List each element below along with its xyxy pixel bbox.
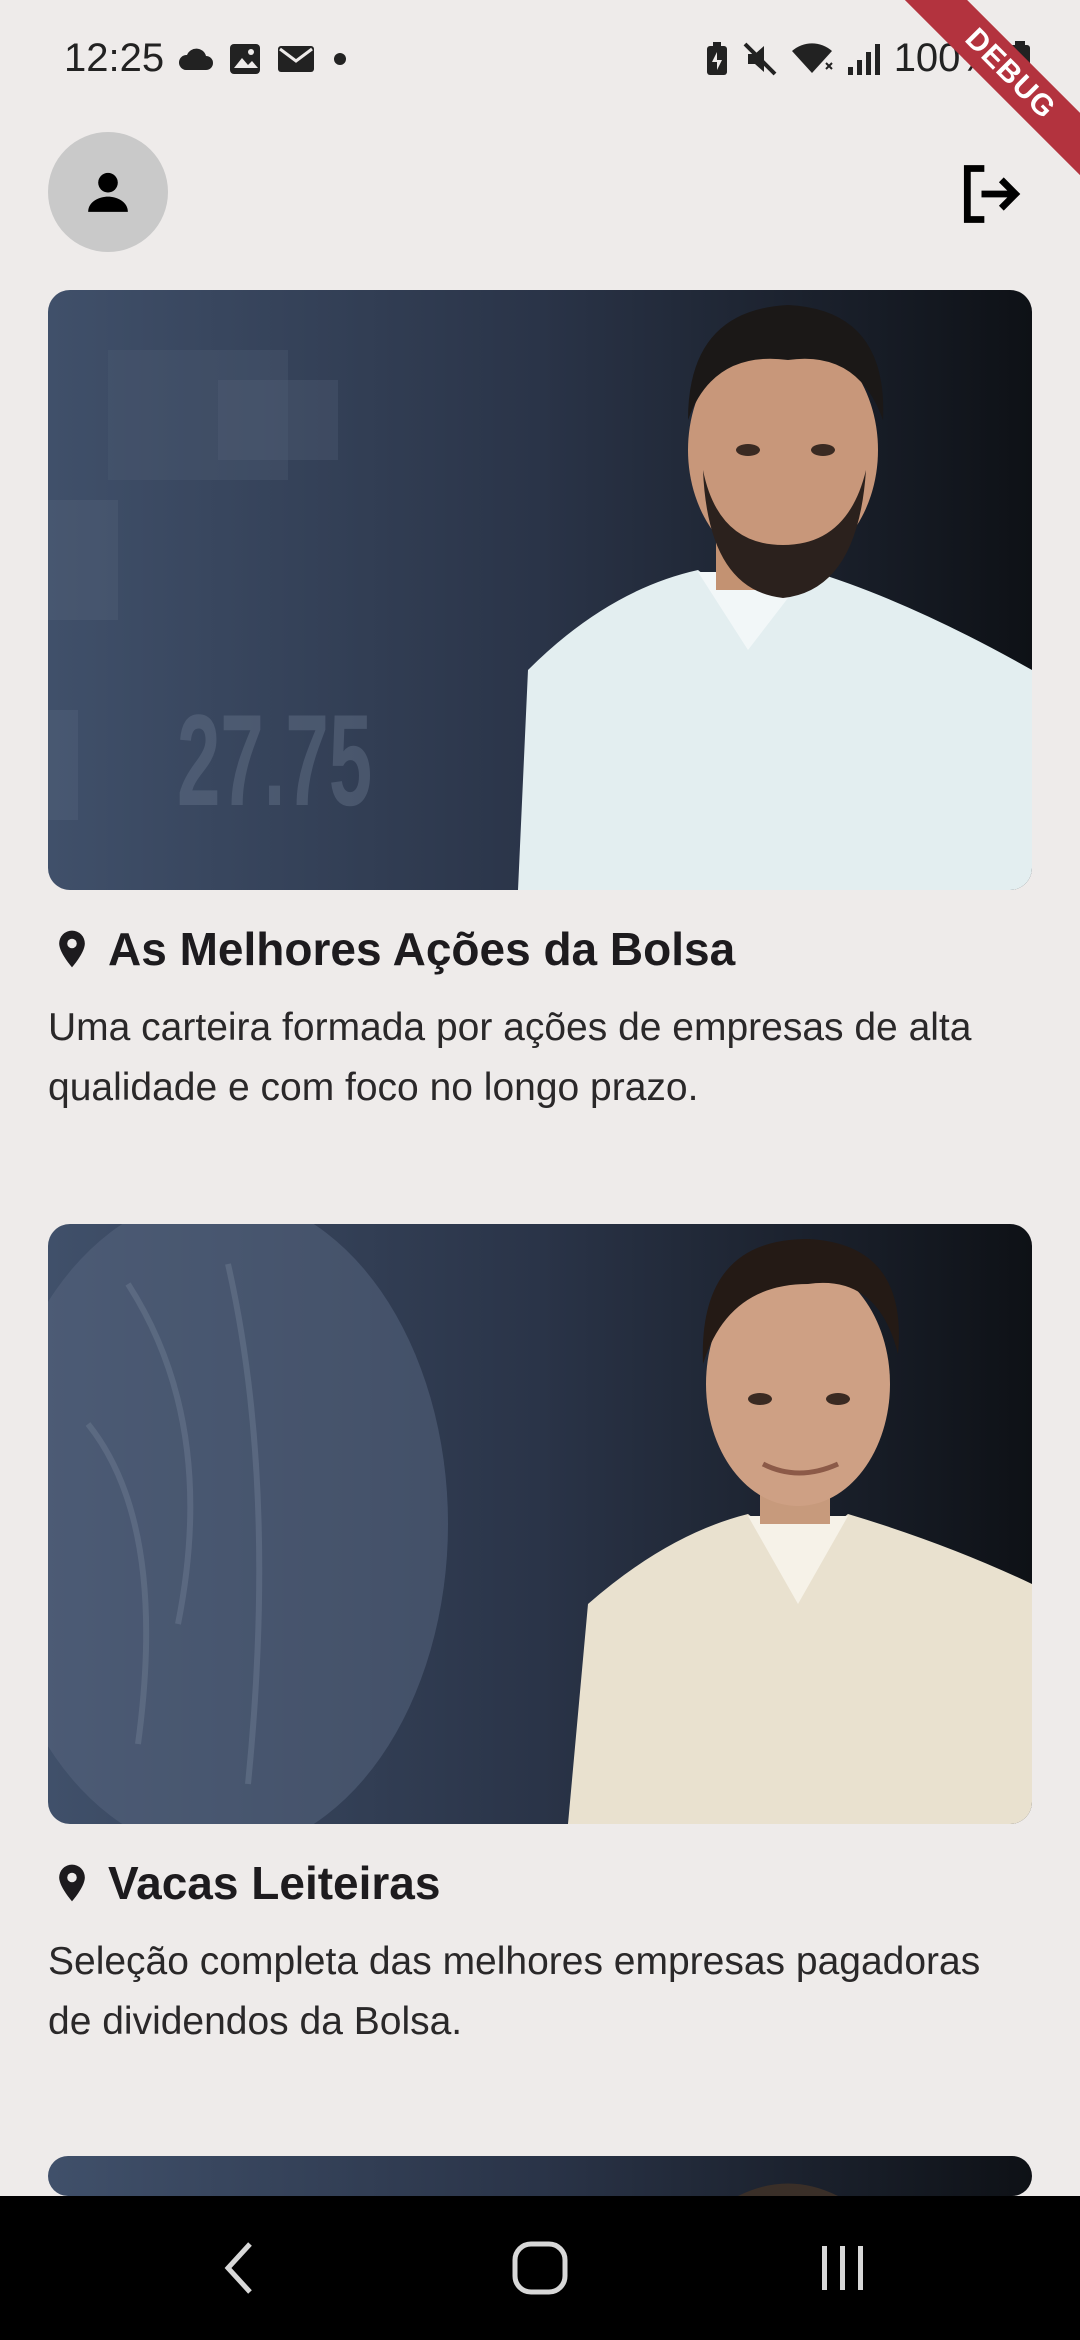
analyst-photo: 27.75 [48,305,1032,890]
status-time: 12:25 [64,36,165,80]
recents-icon[interactable] [816,2242,870,2294]
profile-button[interactable] [48,132,168,252]
card-title: Vacas Leiteiras [108,1857,441,1909]
cloud-icon [178,48,213,70]
system-nav-bar [0,2196,1080,2340]
image-icon [230,44,260,74]
analyst-photo [738,2183,838,2196]
signal-icon [847,43,880,75]
status-bar: 12:25 100% [0,0,1080,124]
card-image: 27.75 [48,290,1032,890]
mute-icon [743,42,777,75]
card-title: As Melhores Ações da Bolsa [108,923,736,975]
notification-icons [176,42,350,76]
location-pin-icon [59,930,85,968]
card-image [48,1224,1032,1824]
mail-icon [278,46,314,72]
card-description: Seleção completa das melhores empresas p… [48,1940,981,2043]
card-description: Uma carteira formada por ações de empres… [48,1006,972,1109]
location-pin-icon [59,1864,85,1902]
card-image [48,2156,1032,2196]
analyst-photo [48,1224,1032,1824]
logout-icon[interactable] [956,160,1024,228]
person-icon [88,172,128,212]
home-icon[interactable] [510,2240,570,2296]
back-icon[interactable] [214,2238,264,2298]
card-title-row: Vacas Leiteiras [48,1856,1032,1910]
ticker-number: 27.75 [177,687,372,833]
wifi-icon [791,42,833,73]
dot-icon [334,53,346,65]
card-title-row: As Melhores Ações da Bolsa [48,922,1032,976]
portfolio-card[interactable]: 27.75 As Melhores Ações da Bolsa Uma car… [48,290,1032,1118]
portfolio-card[interactable]: Vacas Leiteiras Seleção completa das mel… [48,1224,1032,2052]
portfolio-card[interactable] [48,2156,1032,2196]
battery-saver-icon [706,41,727,75]
